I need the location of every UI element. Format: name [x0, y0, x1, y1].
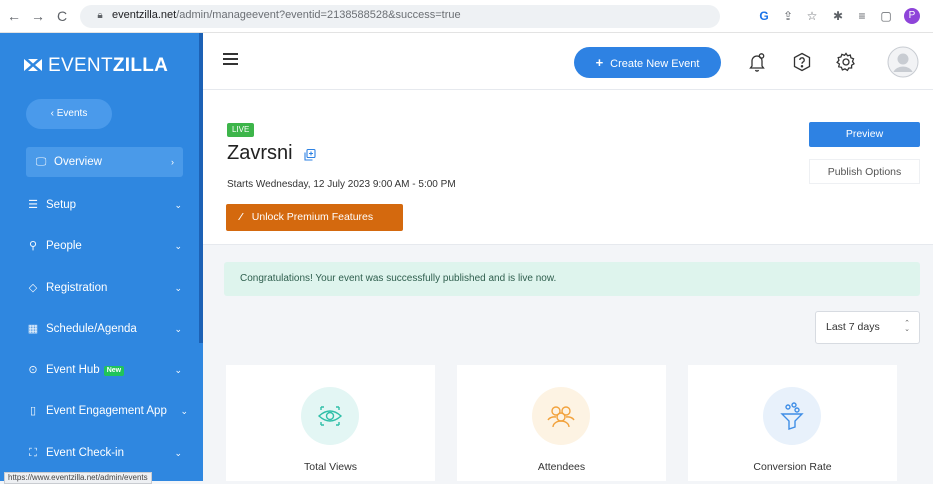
sidebar-item-schedule[interactable]: ▦ Schedule/Agenda ⌄: [26, 317, 186, 341]
side-panel-icon[interactable]: ▢: [878, 8, 894, 24]
event-header: LIVE Zavrsni Starts Wednesday, 12 July 2…: [203, 90, 933, 245]
sliders-icon: ☰: [28, 199, 38, 211]
scan-icon: ⛶: [29, 447, 37, 459]
help-icon[interactable]: [791, 51, 813, 73]
sidebar-item-label: People: [46, 240, 82, 252]
stat-label: Attendees: [537, 461, 586, 473]
back-to-events-button[interactable]: ‹ Events: [26, 99, 112, 129]
sidebar-item-check-in[interactable]: ⛶ Event Check-in ⌄: [26, 441, 186, 465]
star-icon[interactable]: ☆: [804, 8, 820, 24]
status-bar-url: https://www.eventzilla.net/admin/events: [4, 472, 152, 484]
chevron-down-icon: ⌄: [174, 283, 182, 293]
stat-card-total-views: Total Views: [226, 365, 435, 481]
phone-icon: ▯: [29, 405, 37, 417]
chevron-down-icon: ⌄: [174, 324, 182, 334]
group-icon: [532, 387, 590, 445]
sidebar-item-overview[interactable]: 🖵︎ Overview ›: [34, 150, 178, 174]
reload-icon[interactable]: C: [54, 8, 70, 24]
stat-label: Total Views: [304, 461, 357, 473]
date-range-value: Last 7 days: [826, 321, 880, 333]
sidebar-item-label: Setup: [46, 199, 77, 211]
chevron-down-icon: ⌄: [174, 365, 182, 375]
top-header: + Create New Event: [203, 33, 933, 90]
logo-text-bold: ZILLA: [112, 55, 169, 76]
success-alert: Congratulations! Your event was successf…: [224, 262, 920, 296]
share-icon[interactable]: ⇪: [780, 8, 796, 24]
profile-avatar[interactable]: P: [904, 8, 920, 24]
unlock-button-label: Unlock Premium Features: [251, 211, 374, 223]
logo-mark-icon: [24, 55, 42, 71]
event-title: Zavrsni: [227, 142, 293, 164]
sidebar-item-label: Registration: [46, 282, 108, 294]
menu-icon[interactable]: [223, 53, 238, 65]
publish-options-button[interactable]: Publish Options: [809, 159, 920, 184]
stat-label: Conversion Rate: [753, 461, 832, 473]
lock-icon: 🔒︎: [97, 10, 103, 21]
unlock-premium-button[interactable]: ⁄ Unlock Premium Features: [226, 204, 403, 231]
eye-icon: [301, 387, 359, 445]
sidebar-item-label: Schedule/Agenda: [46, 323, 137, 335]
sidebar-item-engagement-app[interactable]: ▯ Event Engagement App ⌄: [26, 399, 188, 423]
chevron-down-icon: ⌄: [180, 406, 188, 416]
create-button-label: Create New Event: [610, 58, 700, 70]
url-text[interactable]: eventzilla.net/admin/manageevent?eventid…: [112, 9, 461, 21]
sidebar-item-label: Event Check-in: [46, 447, 124, 459]
create-new-event-button[interactable]: + Create New Event: [574, 47, 721, 78]
gear-icon[interactable]: [835, 51, 857, 73]
calendar-icon: ▦: [27, 323, 39, 335]
date-range-select[interactable]: Last 7 days ⌃ ⌄: [815, 311, 920, 344]
person-icon: ⚲: [28, 240, 38, 252]
url-path: /admin/manageevent?eventid=2138588528&su…: [176, 9, 461, 21]
play-circle-icon: ⊙: [28, 364, 38, 376]
monitor-icon: 🖵︎: [35, 156, 47, 168]
extensions-icon[interactable]: ✱: [830, 8, 846, 24]
new-badge: New: [103, 366, 125, 376]
chevron-down-icon: ⌄: [174, 448, 182, 458]
sidebar-item-label: Overview: [54, 156, 102, 168]
forward-arrow-icon[interactable]: →: [30, 8, 46, 24]
bell-icon[interactable]: [746, 51, 768, 73]
sidebar-item-registration[interactable]: ◇ Registration ⌄: [26, 276, 186, 300]
plus-icon: +: [595, 55, 604, 70]
preview-button[interactable]: Preview: [809, 122, 920, 147]
stat-card-conversion-rate: Conversion Rate: [688, 365, 897, 481]
chevron-right-icon: ›: [171, 157, 174, 167]
sidebar-item-event-hub[interactable]: ⊙ Event Hub New ⌄: [26, 358, 186, 382]
tag-icon: ◇: [28, 282, 38, 294]
chevron-down-icon: ⌄: [174, 200, 182, 210]
sidebar-item-people[interactable]: ⚲ People ⌄: [26, 234, 186, 258]
copy-icon[interactable]: [303, 148, 317, 162]
magic-wand-icon: ⁄: [240, 211, 242, 223]
sidebar-item-setup[interactable]: ☰ Setup ⌄: [26, 193, 186, 217]
funnel-icon: [763, 387, 821, 445]
stat-card-attendees: Attendees: [457, 365, 666, 481]
back-arrow-icon[interactable]: ←: [6, 8, 22, 24]
url-host: eventzilla.net: [112, 9, 177, 21]
google-icon[interactable]: G: [756, 8, 772, 24]
sidebar-item-label: Event Hub: [46, 364, 100, 376]
browser-toolbar: ← → C 🔒︎ eventzilla.net/admin/manageeven…: [0, 0, 933, 33]
select-arrows-icon: ⌃ ⌄: [904, 320, 910, 333]
live-status-badge: LIVE: [227, 123, 255, 137]
eventzilla-logo[interactable]: EVENTZILLA: [24, 55, 168, 77]
logo-text-light: EVENT: [48, 55, 113, 76]
sidebar: EVENTZILLA ‹ Events 🖵︎ Overview › ☰ Setup ⌄ …: [0, 33, 203, 481]
sidebar-item-label: Event Engagement App: [46, 405, 167, 417]
user-avatar[interactable]: [887, 46, 919, 78]
reading-list-icon[interactable]: ≡: [854, 8, 870, 24]
chevron-down-icon: ⌄: [174, 241, 182, 251]
event-date: Starts Wednesday, 12 July 2023 9:00 AM -…: [227, 179, 456, 190]
